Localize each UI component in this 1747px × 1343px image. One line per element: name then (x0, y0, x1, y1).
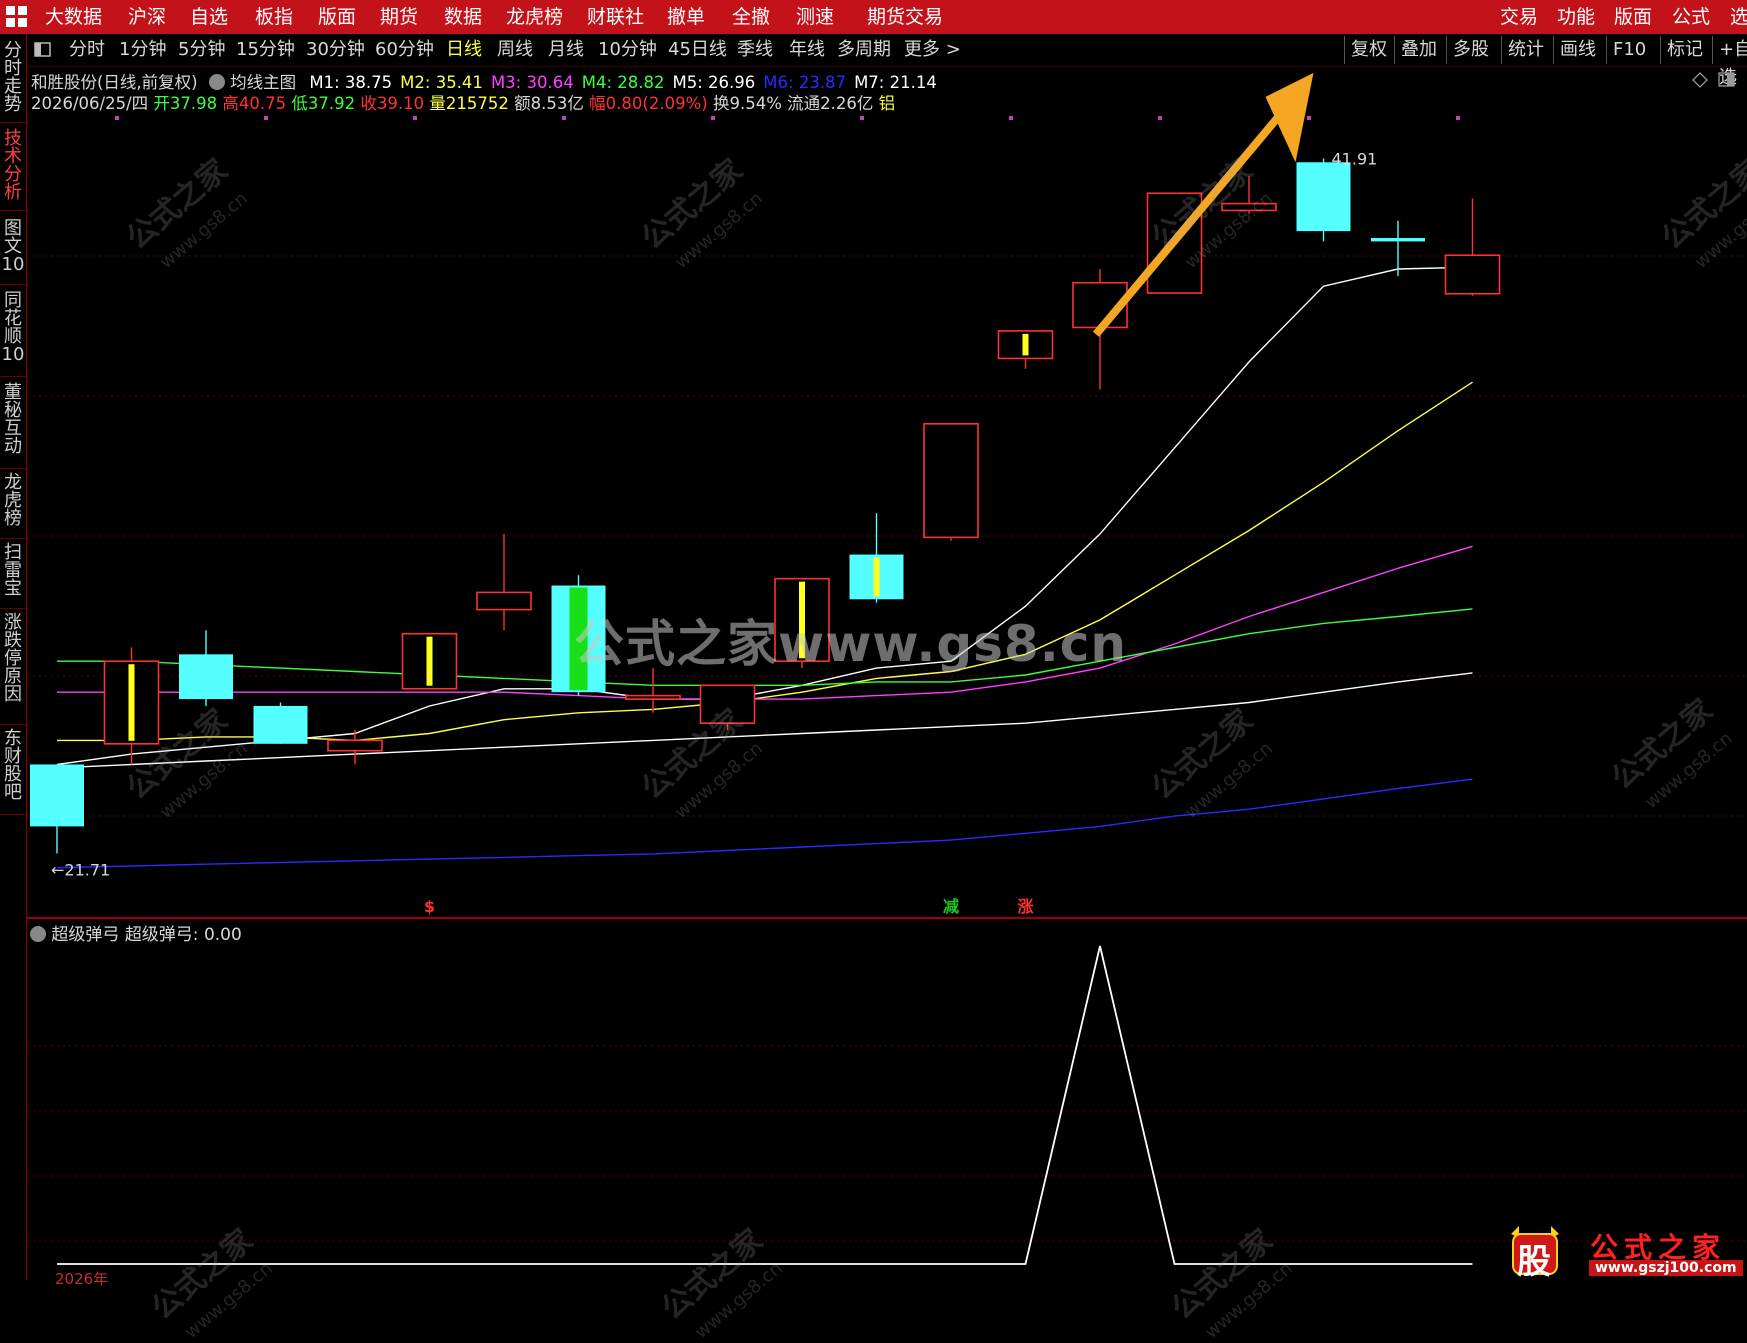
period-marker (711, 116, 715, 120)
candle-body (253, 705, 308, 744)
period-tab[interactable]: 多周期 (837, 34, 891, 66)
ma-line-m2 (57, 381, 1473, 742)
top-menu-item[interactable]: 大数据 (45, 0, 102, 34)
brand-icon: 股 (1505, 1224, 1565, 1282)
brand-logo: 股 公式之家 www.gszj100.com (1505, 1222, 1747, 1282)
period-tab[interactable]: 5分钟 (178, 34, 225, 66)
period-marker (1456, 116, 1460, 120)
signal-marker: 减 (943, 897, 959, 916)
candle-body (1296, 162, 1351, 232)
left-sidebar: 分时走势技术分析图文10 同花顺10 董秘互动龙虎榜扫雷宝涨跌停原因东财股吧 (0, 34, 27, 1280)
top-menu-right-item[interactable]: 选 (1730, 0, 1747, 34)
toolbar-right-button[interactable]: F10 (1606, 36, 1646, 64)
top-menu-item[interactable]: 全撤 (732, 0, 770, 34)
top-menu-item[interactable]: 自选 (190, 0, 228, 34)
side-tab[interactable]: 同花顺10 (0, 292, 26, 377)
top-menu-right-item[interactable]: 交易 (1500, 0, 1538, 34)
app-grid-icon[interactable] (6, 6, 28, 28)
sub-indicator-value: 超级弹弓: 0.00 (124, 925, 242, 945)
brand-logo-char: 股 (1517, 1242, 1551, 1282)
toolbar-right-button[interactable]: 复权 (1344, 36, 1387, 64)
top-menu-right-item[interactable]: 功能 (1557, 0, 1595, 34)
candle-body (1444, 254, 1501, 295)
period-tab[interactable]: 45日线 (668, 34, 727, 66)
toolbar-right-button[interactable]: 标记 (1660, 36, 1703, 64)
top-menu-item[interactable]: 版面 (318, 0, 356, 34)
side-tab[interactable]: 董秘互动 (0, 384, 26, 469)
candle-body (1371, 237, 1425, 242)
signal-marker: $ (424, 897, 435, 916)
period-tab[interactable]: 分时 (69, 34, 105, 66)
period-tab[interactable]: 60分钟 (375, 34, 434, 66)
toolbar-right-button[interactable]: 多股 (1446, 36, 1489, 64)
period-tab[interactable]: 1分钟 (119, 34, 166, 66)
top-menu-item[interactable]: 测速 (796, 0, 834, 34)
side-tab[interactable]: 扫雷宝 (0, 544, 26, 609)
top-menu-bar: 大数据 沪深 自选 板指 版面 期货 数据 龙虎榜 财联社 撤单 全撤 测速 期货交易 交易 功能 版面 公式选 (0, 0, 1747, 34)
period-tab[interactable]: 日线 (446, 34, 482, 66)
ma-line-m1 (56, 266, 1473, 766)
ma-line-m6 (56, 778, 1473, 869)
period-tab[interactable]: 30分钟 (306, 34, 365, 66)
signal-bar-yellow (128, 664, 135, 741)
period-tab[interactable]: 年线 (789, 34, 825, 66)
side-tab[interactable]: 龙虎榜 (0, 474, 26, 539)
bottom-date-label: 2026年 (55, 1270, 109, 1288)
side-tab[interactable]: 东财股吧 (0, 730, 26, 815)
period-marker (1009, 116, 1013, 120)
candle-body (30, 764, 84, 827)
top-menu-item[interactable]: 期货 (380, 0, 418, 34)
signal-bar-yellow (426, 636, 433, 686)
top-menu-item[interactable]: 沪深 (128, 0, 166, 34)
side-tab[interactable]: 分时走势 (0, 42, 26, 123)
period-marker (562, 116, 566, 120)
top-menu-item[interactable]: 板指 (255, 0, 293, 34)
period-marker (413, 116, 417, 120)
top-menu-item[interactable]: 期货交易 (867, 0, 943, 34)
high-price-label: 41.91 (1332, 150, 1378, 169)
top-menu-item[interactable]: 龙虎榜 (506, 0, 563, 34)
period-marker (115, 116, 119, 120)
period-marker (264, 116, 268, 120)
candle-body (476, 591, 532, 611)
sub-indicator-dropdown-icon[interactable] (30, 926, 46, 942)
watermark-text: 公式之家www.gs8.cn (574, 615, 1127, 673)
signal-bar-yellow (873, 557, 880, 597)
period-tab[interactable]: 10分钟 (598, 34, 657, 66)
period-toolbar: 分时 1分钟 5分钟 15分钟 30分钟 60分钟 日线 周线 月线 10分钟 45日线 季线 年线 多周… (0, 34, 1747, 88)
toolbar-right-button[interactable]: 统计 (1501, 36, 1544, 64)
period-tab[interactable]: 更多 > (904, 34, 961, 66)
period-tab[interactable]: 季线 (737, 34, 773, 66)
signal-marker: 涨 (1017, 897, 1033, 916)
candle-body (179, 654, 233, 700)
period-marker (860, 116, 864, 120)
toolbar-right-button[interactable]: 画线 (1553, 36, 1596, 64)
top-menu-right-item[interactable]: 公式 (1672, 0, 1710, 34)
sub-indicator-name[interactable]: 超级弹弓 (51, 925, 119, 945)
sub-chart-header: 超级弹弓 超级弹弓: 0.00 (30, 920, 242, 945)
toolbar-right-button[interactable]: +自选 (1712, 36, 1747, 88)
toolbar-right-button[interactable]: 叠加 (1394, 36, 1437, 64)
top-menu-item[interactable]: 数据 (444, 0, 482, 34)
low-price-label: ←21.71 (51, 861, 110, 880)
period-tab[interactable]: 周线 (497, 34, 533, 66)
side-tab[interactable]: 技术分析 (0, 130, 26, 211)
candle-body (327, 739, 383, 752)
candle-body (625, 694, 681, 700)
signal-bar-yellow (1022, 333, 1029, 356)
side-tab[interactable]: 图文10 (0, 220, 26, 285)
brand-url: www.gszj100.com (1589, 1260, 1743, 1276)
side-tab[interactable]: 涨跌停原因 (0, 614, 26, 725)
sub-indicator-line (57, 945, 1473, 1265)
candle-body (923, 422, 979, 539)
top-menu-item[interactable]: 财联社 (587, 0, 644, 34)
period-marker (1307, 116, 1311, 120)
panel-separator[interactable] (27, 917, 1747, 919)
top-menu-right-item[interactable]: 版面 (1614, 0, 1652, 34)
top-menu-item[interactable]: 撤单 (667, 0, 705, 34)
period-tab[interactable]: 15分钟 (236, 34, 295, 66)
layout-toggle-icon[interactable] (34, 34, 52, 66)
period-tab[interactable]: 月线 (548, 34, 584, 66)
period-marker (1158, 116, 1162, 120)
